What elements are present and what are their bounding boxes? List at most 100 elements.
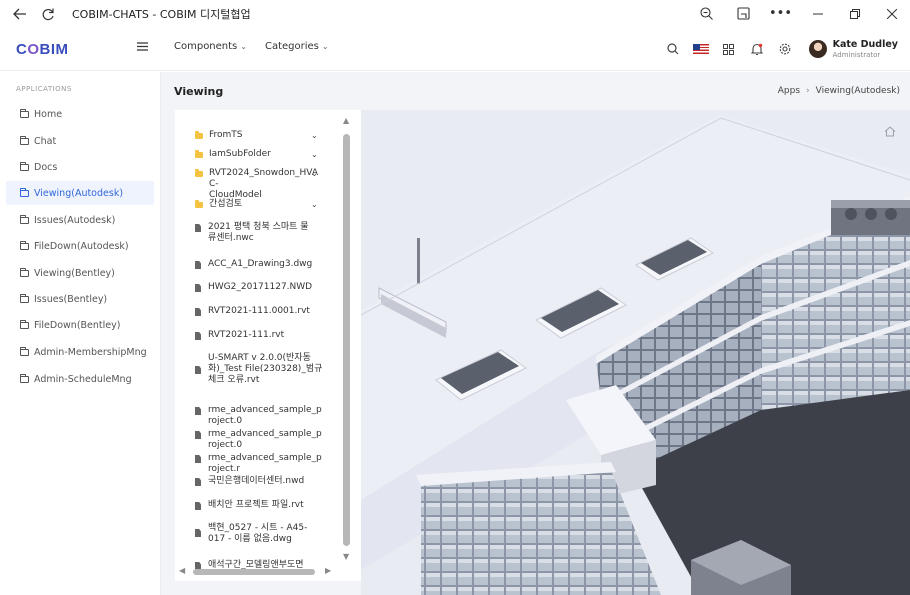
file-icon — [195, 455, 201, 463]
tree-folder-fromts[interactable]: FromTS ⌄ — [195, 130, 323, 141]
user-avatar[interactable] — [808, 40, 827, 58]
refresh-icon[interactable] — [34, 0, 62, 27]
scrollbar-thumb[interactable] — [343, 134, 350, 546]
tree-vertical-scrollbar[interactable]: ▲ ▼ — [341, 114, 353, 564]
chevron-down-icon[interactable]: ⌄ — [311, 168, 318, 179]
zoom-icon[interactable] — [688, 0, 725, 27]
breadcrumb-apps[interactable]: Apps — [778, 86, 800, 96]
scroll-up-icon[interactable]: ▲ — [343, 116, 349, 125]
user-role: Administrator — [832, 51, 881, 59]
sidebar-item-issues-autodesk[interactable]: Issues(Autodesk) — [6, 208, 154, 232]
folder-icon — [20, 346, 29, 356]
user-info[interactable]: Kate Dudley Administrator — [833, 39, 898, 59]
building-model-render — [361, 110, 910, 595]
sidebar-section-title: APPLICATIONS — [16, 85, 72, 93]
tree-file[interactable]: 백현_0527 - 시트 - A45- 017 - 이름 없음.dwg — [195, 523, 323, 545]
search-icon[interactable] — [659, 27, 687, 71]
scroll-right-icon[interactable]: ▶ — [325, 566, 331, 575]
folder-icon — [20, 373, 29, 383]
file-icon — [195, 332, 201, 340]
file-icon — [195, 407, 201, 415]
folder-icon — [195, 169, 203, 177]
tree-folder-clash-review[interactable]: 간섭검토 ⌄ — [195, 199, 323, 210]
language-flag-icon[interactable] — [687, 27, 715, 71]
folder-icon — [20, 240, 29, 250]
tree-file[interactable]: 2021 평택 청북 스마트 물 류센터.nwc — [195, 222, 323, 244]
minimize-icon[interactable] — [799, 0, 836, 27]
close-icon[interactable] — [873, 0, 910, 27]
sidebar-item-viewing-bentley[interactable]: Viewing(Bentley) — [6, 261, 154, 285]
sidebar-item-issues-bentley[interactable]: Issues(Bentley) — [6, 287, 154, 311]
breadcrumb-current: Viewing(Autodesk) — [815, 86, 900, 96]
sidebar: APPLICATIONS Home Chat Docs Viewing(Auto… — [0, 72, 161, 595]
sidebar-item-filedown-autodesk[interactable]: FileDown(Autodesk) — [6, 234, 154, 258]
menu-components[interactable]: Components ⌄ — [174, 41, 247, 52]
more-icon[interactable]: ••• — [762, 0, 799, 27]
tree-file[interactable]: rme_advanced_sample_project.r — [195, 453, 323, 475]
restore-icon[interactable] — [836, 0, 873, 27]
tree-file[interactable]: RVT2021-111.rvt — [195, 330, 323, 341]
file-icon — [195, 366, 201, 374]
tree-file[interactable]: RVT2021-111.0001.rvt — [195, 306, 323, 317]
folder-icon — [195, 200, 203, 208]
cobim-logo[interactable]: COBIM — [16, 41, 69, 58]
sidebar-item-docs[interactable]: Docs — [6, 155, 154, 179]
chevron-down-icon[interactable]: ⌄ — [311, 149, 318, 160]
tree-file[interactable]: rme_advanced_sample_project.0 — [195, 429, 323, 451]
hamburger-menu-icon[interactable] — [137, 39, 148, 55]
tree-file[interactable]: HWG2_20171127.NWD — [195, 282, 323, 293]
cast-icon[interactable] — [725, 0, 762, 27]
tree-file[interactable]: U-SMART v 2.0.0(반자동 화)_Test File(230328)… — [195, 353, 323, 386]
folder-icon — [20, 135, 29, 145]
file-icon — [195, 284, 201, 292]
tree-folder-rvt2024[interactable]: RVT2024_Snowdon_HVAC- CloudModel ⌄ — [195, 168, 323, 201]
sidebar-item-admin-schedule[interactable]: Admin-ScheduleMng — [6, 367, 154, 391]
chevron-down-icon[interactable]: ⌄ — [311, 199, 318, 210]
settings-gear-icon[interactable] — [771, 27, 799, 71]
file-icon — [195, 478, 201, 486]
file-icon — [195, 261, 201, 269]
sidebar-item-filedown-bentley[interactable]: FileDown(Bentley) — [6, 313, 154, 337]
notification-bell-icon[interactable] — [743, 27, 771, 71]
tree-file[interactable]: 국민은행데이터센터.nwd — [195, 476, 323, 487]
breadcrumb: Apps › Viewing(Autodesk) — [778, 86, 900, 96]
folder-icon — [20, 187, 29, 197]
file-icon — [195, 529, 201, 537]
sidebar-item-viewing-autodesk[interactable]: Viewing(Autodesk) — [6, 181, 154, 205]
file-icon — [195, 224, 201, 232]
tree-file[interactable]: rme_advanced_sample_project.0 — [195, 405, 323, 427]
sidebar-item-chat[interactable]: Chat — [6, 129, 154, 153]
main-content: Viewing Apps › Viewing(Autodesk) FromTS ⌄ I… — [161, 72, 910, 595]
file-icon — [195, 308, 201, 316]
user-name: Kate Dudley — [832, 39, 898, 50]
tree-file[interactable]: ACC_A1_Drawing3.dwg — [195, 259, 323, 270]
file-icon — [195, 431, 201, 439]
tree-file[interactable]: 배치안 프로젝트 파일.rvt — [195, 500, 323, 511]
scrollbar-thumb[interactable] — [193, 569, 315, 575]
chevron-right-icon: › — [806, 86, 810, 96]
folder-icon — [20, 108, 29, 118]
window-title: COBIM-CHATS - COBIM 디지털협업 — [72, 7, 251, 21]
sidebar-item-admin-membership[interactable]: Admin-MembershipMng — [6, 340, 154, 364]
tree-folder-iamsubfolder[interactable]: IamSubFolder ⌄ — [195, 149, 323, 160]
chevron-down-icon: ⌄ — [321, 42, 329, 51]
chevron-down-icon[interactable]: ⌄ — [311, 130, 318, 141]
model-viewer-canvas[interactable] — [361, 110, 910, 595]
folder-icon — [20, 214, 29, 224]
folder-icon — [20, 161, 29, 171]
folder-icon — [195, 150, 203, 158]
folder-icon — [20, 267, 29, 277]
file-tree-panel: FromTS ⌄ IamSubFolder ⌄ RVT2024_Snowdon_HV… — [175, 110, 361, 581]
page-title: Viewing — [174, 85, 224, 98]
scroll-left-icon[interactable]: ◀ — [179, 566, 185, 575]
folder-icon — [20, 319, 29, 329]
scroll-down-icon[interactable]: ▼ — [343, 552, 349, 561]
folder-icon — [195, 131, 203, 139]
sidebar-item-home[interactable]: Home — [6, 102, 154, 126]
file-icon — [195, 502, 201, 510]
menu-categories[interactable]: Categories ⌄ — [265, 41, 329, 52]
apps-grid-icon[interactable] — [715, 27, 743, 71]
viewer-home-icon[interactable] — [884, 122, 896, 137]
back-icon[interactable] — [6, 0, 34, 27]
tree-horizontal-scrollbar[interactable]: ◀ ▶ — [179, 566, 339, 578]
